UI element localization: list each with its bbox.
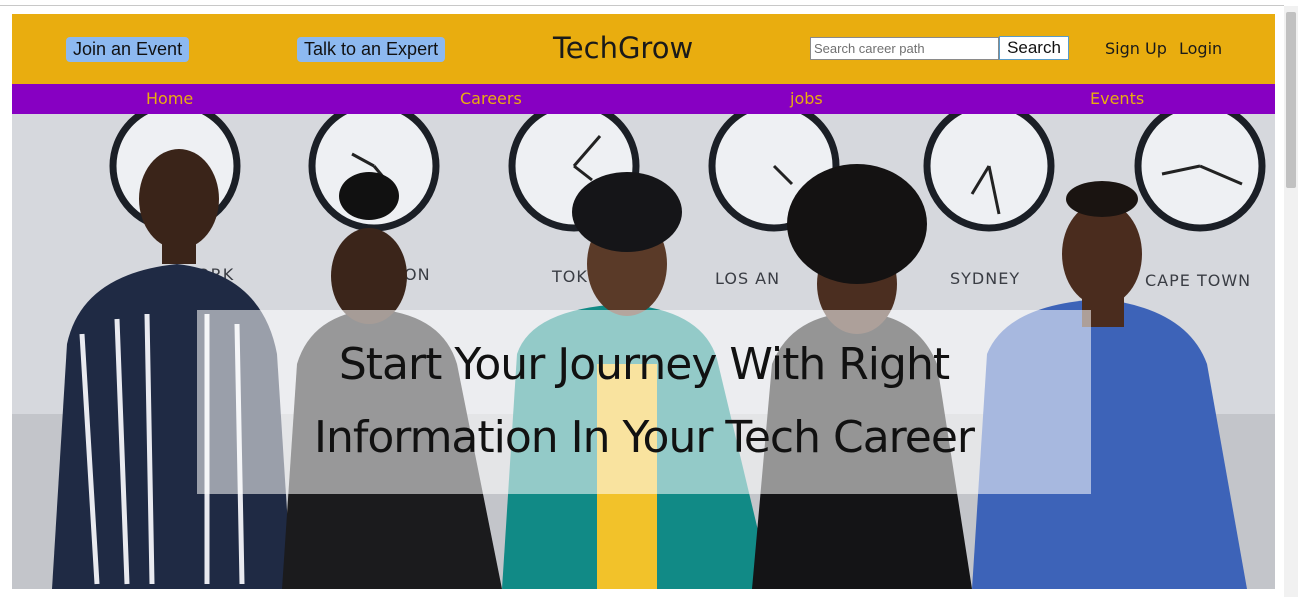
hero-headline-line-1: Start Your Journey With Right bbox=[338, 339, 950, 390]
main-nav: Home Careers jobs Events bbox=[12, 84, 1275, 114]
hero-caption-box: Start Your Journey With Right Informatio… bbox=[197, 310, 1091, 494]
clock-city-label: CAPE TOWN bbox=[1145, 271, 1251, 290]
clock-city-label: TOK bbox=[551, 267, 588, 286]
clock-city-label: LOS AN bbox=[715, 269, 780, 288]
search-input[interactable] bbox=[810, 37, 999, 60]
hero-headline-line-2: Information In Your Tech Career bbox=[313, 412, 975, 463]
join-event-button[interactable]: Join an Event bbox=[66, 37, 190, 62]
clock-city-label: ON bbox=[404, 265, 431, 284]
vertical-scrollbar[interactable] bbox=[1284, 6, 1298, 597]
brand-logo-text: TechGrow bbox=[553, 31, 694, 65]
sign-up-link[interactable]: Sign Up bbox=[1105, 38, 1167, 60]
nav-home[interactable]: Home bbox=[146, 88, 193, 110]
clock-icon bbox=[1134, 114, 1266, 232]
hero-headline: Start Your Journey With Right Informatio… bbox=[197, 328, 1091, 474]
hero-banner: ORK ON TOK LOS AN SYDNEY CAPE TOWN bbox=[12, 114, 1275, 589]
search-button[interactable]: Search bbox=[999, 36, 1069, 60]
window-top-border bbox=[0, 5, 1284, 6]
talk-to-expert-button[interactable]: Talk to an Expert bbox=[297, 37, 446, 62]
clock-icon bbox=[923, 114, 1055, 232]
scrollbar-thumb[interactable] bbox=[1286, 12, 1296, 188]
header-bar: Join an Event Talk to an Expert TechGrow… bbox=[12, 14, 1275, 84]
login-link[interactable]: Login bbox=[1179, 38, 1222, 60]
nav-events[interactable]: Events bbox=[1090, 88, 1144, 110]
nav-jobs[interactable]: jobs bbox=[790, 88, 823, 110]
clock-city-label: SYDNEY bbox=[950, 269, 1020, 288]
page: Join an Event Talk to an Expert TechGrow… bbox=[12, 14, 1275, 589]
nav-careers[interactable]: Careers bbox=[460, 88, 522, 110]
